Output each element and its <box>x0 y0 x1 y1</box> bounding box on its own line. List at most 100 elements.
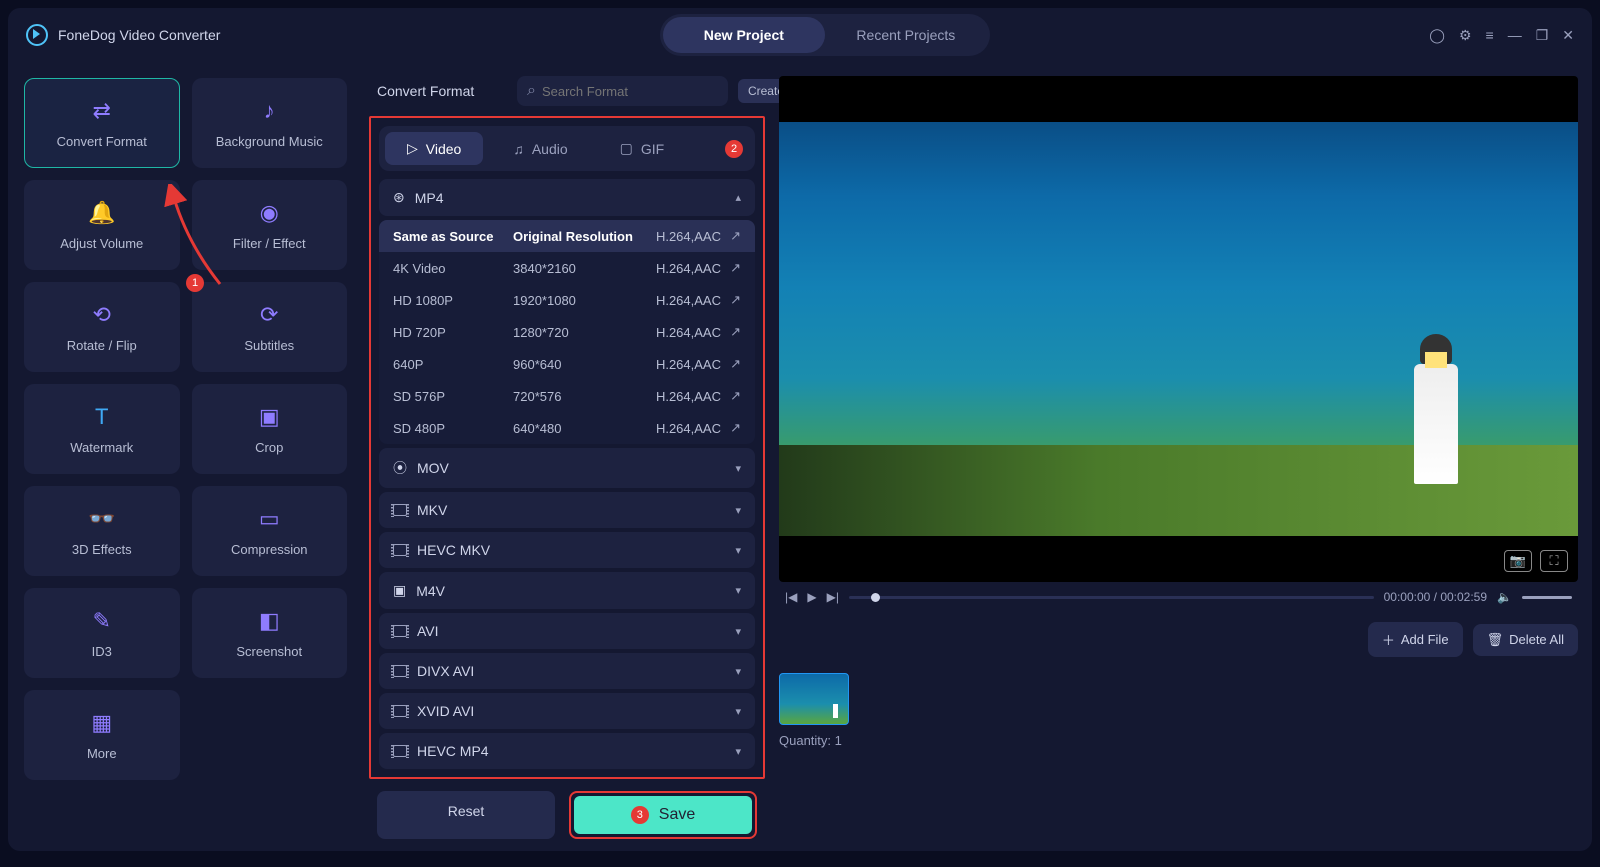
app-title: FoneDog Video Converter <box>58 27 220 43</box>
search-input[interactable] <box>542 84 718 99</box>
search-format[interactable]: ⌕ <box>517 76 728 106</box>
preset-row[interactable]: Same as Source Original Resolution H.264… <box>379 220 755 252</box>
glasses-icon: 👓 <box>87 506 117 532</box>
mp4-presets: Same as Source Original Resolution H.264… <box>379 220 755 444</box>
edit-icon[interactable]: ↗ <box>721 228 741 244</box>
titlebar: FoneDog Video Converter New Project Rece… <box>8 8 1592 62</box>
format-group-xvid-avi[interactable]: XVID AVI▾ <box>379 693 755 729</box>
tab-audio[interactable]: ♫ Audio <box>491 133 589 165</box>
plus-icon: ＋ <box>1382 630 1395 649</box>
tab-new-project[interactable]: New Project <box>663 17 825 53</box>
volume-slider[interactable] <box>1522 596 1572 599</box>
crop-icon: ▣ <box>254 404 284 430</box>
preset-row[interactable]: SD 576P720*576H.264,AAC↗ <box>379 380 755 412</box>
delete-all-button[interactable]: 🗑 Delete All <box>1473 624 1578 656</box>
tool-convert-format[interactable]: ⇄ Convert Format <box>24 78 180 168</box>
convert-icon: ⇄ <box>87 98 117 124</box>
tab-label: Video <box>426 141 462 157</box>
chevron-down-icon: ▾ <box>735 504 741 517</box>
window-minimize[interactable]: — <box>1508 27 1522 43</box>
edit-icon[interactable]: ↗ <box>721 260 741 276</box>
film-icon <box>393 665 407 677</box>
format-list[interactable]: ⊛ MP4 ▴ Same as Source Original Resoluti… <box>371 179 763 777</box>
seek-bar[interactable] <box>849 596 1374 599</box>
file-thumbnails <box>779 667 1578 725</box>
file-thumbnail[interactable] <box>779 673 849 725</box>
format-group-divx-avi[interactable]: DIVX AVI▾ <box>379 653 755 689</box>
format-group-hevc-mkv[interactable]: HEVC MKV▾ <box>379 532 755 568</box>
tool-adjust-volume[interactable]: 🔔 Adjust Volume <box>24 180 180 270</box>
tool-id3[interactable]: ✎ ID3 <box>24 588 180 678</box>
window-close[interactable]: ✕ <box>1562 27 1574 44</box>
video-canvas[interactable] <box>779 76 1578 582</box>
account-icon[interactable]: ◯ <box>1429 27 1445 44</box>
preset-row[interactable]: SD 480P640*480H.264,AAC↗ <box>379 412 755 444</box>
chevron-down-icon: ▾ <box>735 625 741 638</box>
trash-icon: 🗑 <box>1487 632 1504 648</box>
add-file-label: Add File <box>1401 632 1449 647</box>
tool-screenshot[interactable]: ◧ Screenshot <box>192 588 348 678</box>
format-label: MP4 <box>415 190 444 206</box>
film-icon <box>393 625 407 637</box>
tool-compression[interactable]: ▭ Compression <box>192 486 348 576</box>
format-group-avi[interactable]: AVI▾ <box>379 613 755 649</box>
edit-icon[interactable]: ↗ <box>721 324 741 340</box>
speaker-icon[interactable]: 🔈 <box>1497 590 1512 604</box>
film-icon <box>393 745 407 757</box>
format-group-mp4[interactable]: ⊛ MP4 ▴ <box>379 179 755 216</box>
reset-button[interactable]: Reset <box>377 791 555 839</box>
window-maximize[interactable]: ❐ <box>1536 27 1549 44</box>
preset-resolution: Original Resolution <box>513 229 641 244</box>
chevron-down-icon: ▾ <box>735 584 741 597</box>
tool-background-music[interactable]: ♪ Background Music <box>192 78 348 168</box>
tool-label: Filter / Effect <box>233 236 306 251</box>
next-button[interactable]: ▶| <box>827 590 839 604</box>
edit-icon[interactable]: ↗ <box>721 356 741 372</box>
annotation-badge-3: 3 <box>631 806 649 824</box>
format-group-m4v[interactable]: ▣M4V▾ <box>379 572 755 609</box>
tool-filter-effect[interactable]: ◉ Filter / Effect <box>192 180 348 270</box>
preset-row[interactable]: 640P960*640H.264,AAC↗ <box>379 348 755 380</box>
edit-icon[interactable]: ↗ <box>721 420 741 436</box>
preset-row[interactable]: 4K Video3840*2160H.264,AAC↗ <box>379 252 755 284</box>
quantity-label: Quantity: 1 <box>779 725 1578 748</box>
play-button[interactable]: ▶ <box>807 590 816 604</box>
tab-video[interactable]: ▷ Video <box>385 132 483 165</box>
save-button[interactable]: 3 Save <box>574 796 752 834</box>
add-file-button[interactable]: ＋ Add File <box>1368 622 1463 657</box>
prev-button[interactable]: |◀ <box>785 590 797 604</box>
tool-label: Crop <box>255 440 283 455</box>
mp4-icon: ⊛ <box>393 189 405 206</box>
tab-gif[interactable]: ▢ GIF <box>598 132 687 165</box>
menu-icon[interactable]: ≡ <box>1486 27 1494 43</box>
snapshot-button[interactable]: 📷 <box>1504 550 1532 572</box>
edit-icon[interactable]: ↗ <box>721 388 741 404</box>
tab-label: Audio <box>532 141 568 157</box>
preset-row[interactable]: HD 720P1280*720H.264,AAC↗ <box>379 316 755 348</box>
annotation-box-2: ▷ Video ♫ Audio ▢ GIF 2 ⊛ <box>369 116 765 779</box>
format-group-hevc-mp4[interactable]: HEVC MP4▾ <box>379 733 755 769</box>
fullscreen-button[interactable]: ⛶ <box>1540 550 1568 572</box>
tool-label: 3D Effects <box>72 542 132 557</box>
preset-row[interactable]: HD 1080P1920*1080H.264,AAC↗ <box>379 284 755 316</box>
gif-icon: ▢ <box>620 140 633 157</box>
tool-crop[interactable]: ▣ Crop <box>192 384 348 474</box>
tool-more[interactable]: ▦ More <box>24 690 180 780</box>
tool-3d-effects[interactable]: 👓 3D Effects <box>24 486 180 576</box>
tool-sidebar: ⇄ Convert Format ♪ Background Music 🔔 Ad… <box>8 62 363 851</box>
preset-label: Same as Source <box>393 229 513 244</box>
preset-codec: H.264,AAC <box>641 229 721 244</box>
tool-rotate-flip[interactable]: ⟲ Rotate / Flip <box>24 282 180 372</box>
chevron-down-icon: ▾ <box>735 705 741 718</box>
gear-icon[interactable]: ⚙ <box>1459 27 1472 44</box>
edit-icon[interactable]: ↗ <box>721 292 741 308</box>
tool-subtitles[interactable]: ⟳ Subtitles <box>192 282 348 372</box>
format-group-mkv[interactable]: MKV▾ <box>379 492 755 528</box>
video-icon: ▷ <box>407 140 418 157</box>
annotation-badge-2: 2 <box>725 140 743 158</box>
format-group-mov[interactable]: ⦿MOV▾ <box>379 448 755 488</box>
annotation-badge-1: 1 <box>186 274 204 292</box>
chevron-up-icon: ▴ <box>735 191 741 204</box>
tab-recent-projects[interactable]: Recent Projects <box>825 17 987 53</box>
tool-watermark[interactable]: T Watermark <box>24 384 180 474</box>
